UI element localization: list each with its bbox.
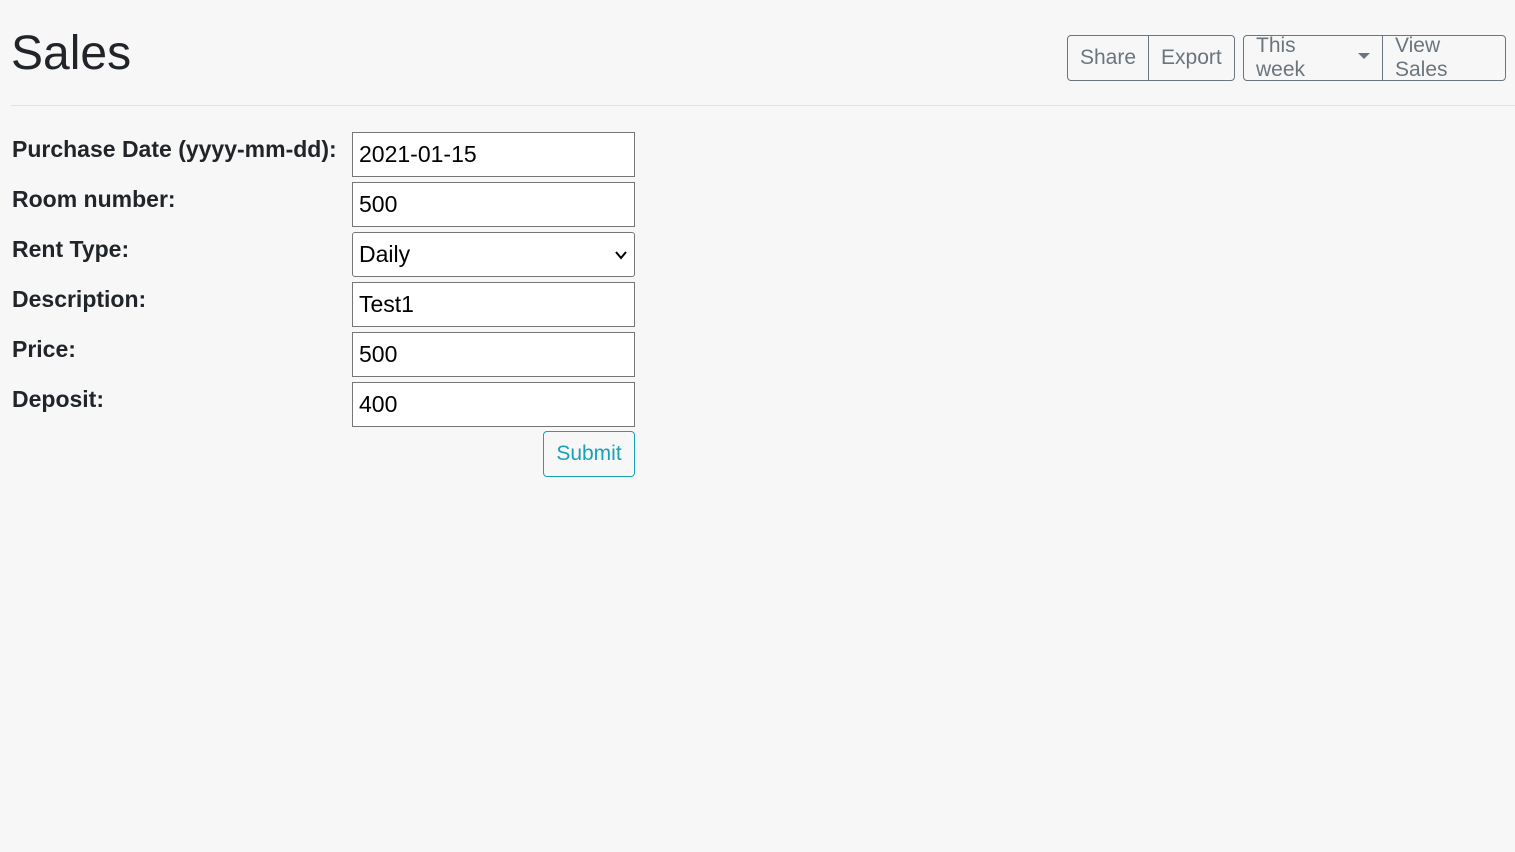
view-sales-button[interactable]: View Sales xyxy=(1382,34,1506,81)
page-title: Sales xyxy=(11,27,132,80)
deposit-label: Deposit: xyxy=(12,386,104,412)
deposit-row: Deposit: 400 xyxy=(12,382,652,428)
period-dropdown-button[interactable]: This week xyxy=(1243,34,1383,81)
export-button[interactable]: Export xyxy=(1148,35,1235,81)
price-input[interactable]: 500 xyxy=(352,332,635,377)
share-button[interactable]: Share xyxy=(1067,35,1150,81)
caret-down-icon xyxy=(1358,53,1370,59)
purchase-date-input[interactable]: 2021-01-15 xyxy=(352,132,635,177)
description-label: Description: xyxy=(12,286,147,312)
price-row: Price: 500 xyxy=(12,332,652,378)
period-view-button-group: This week View Sales xyxy=(1243,34,1506,81)
purchase-date-label: Purchase Date (yyyy-mm-dd): xyxy=(12,136,337,162)
page: Sales Share Export This week View Sales … xyxy=(0,0,1515,852)
period-dropdown-label: This week xyxy=(1256,34,1306,81)
rent-type-value: Daily xyxy=(359,241,411,267)
rent-type-label: Rent Type: xyxy=(12,236,130,262)
purchase-date-row: Purchase Date (yyyy-mm-dd): 2021-01-15 xyxy=(12,132,652,178)
room-number-label: Room number: xyxy=(12,186,176,212)
room-number-input[interactable]: 500 xyxy=(352,182,635,227)
rent-type-select[interactable]: Daily xyxy=(352,232,635,277)
share-export-button-group: Share Export xyxy=(1067,35,1235,81)
rent-type-row: Rent Type: Daily xyxy=(12,232,652,278)
room-number-row: Room number: 500 xyxy=(12,182,652,228)
price-label: Price: xyxy=(12,336,76,362)
description-row: Description: Test1 xyxy=(12,282,652,328)
deposit-input[interactable]: 400 xyxy=(352,382,635,427)
submit-button[interactable]: Submit xyxy=(543,431,635,477)
description-input[interactable]: Test1 xyxy=(352,282,635,327)
page-header: Sales Share Export This week View Sales xyxy=(11,0,1515,106)
chevron-down-icon xyxy=(615,250,627,260)
